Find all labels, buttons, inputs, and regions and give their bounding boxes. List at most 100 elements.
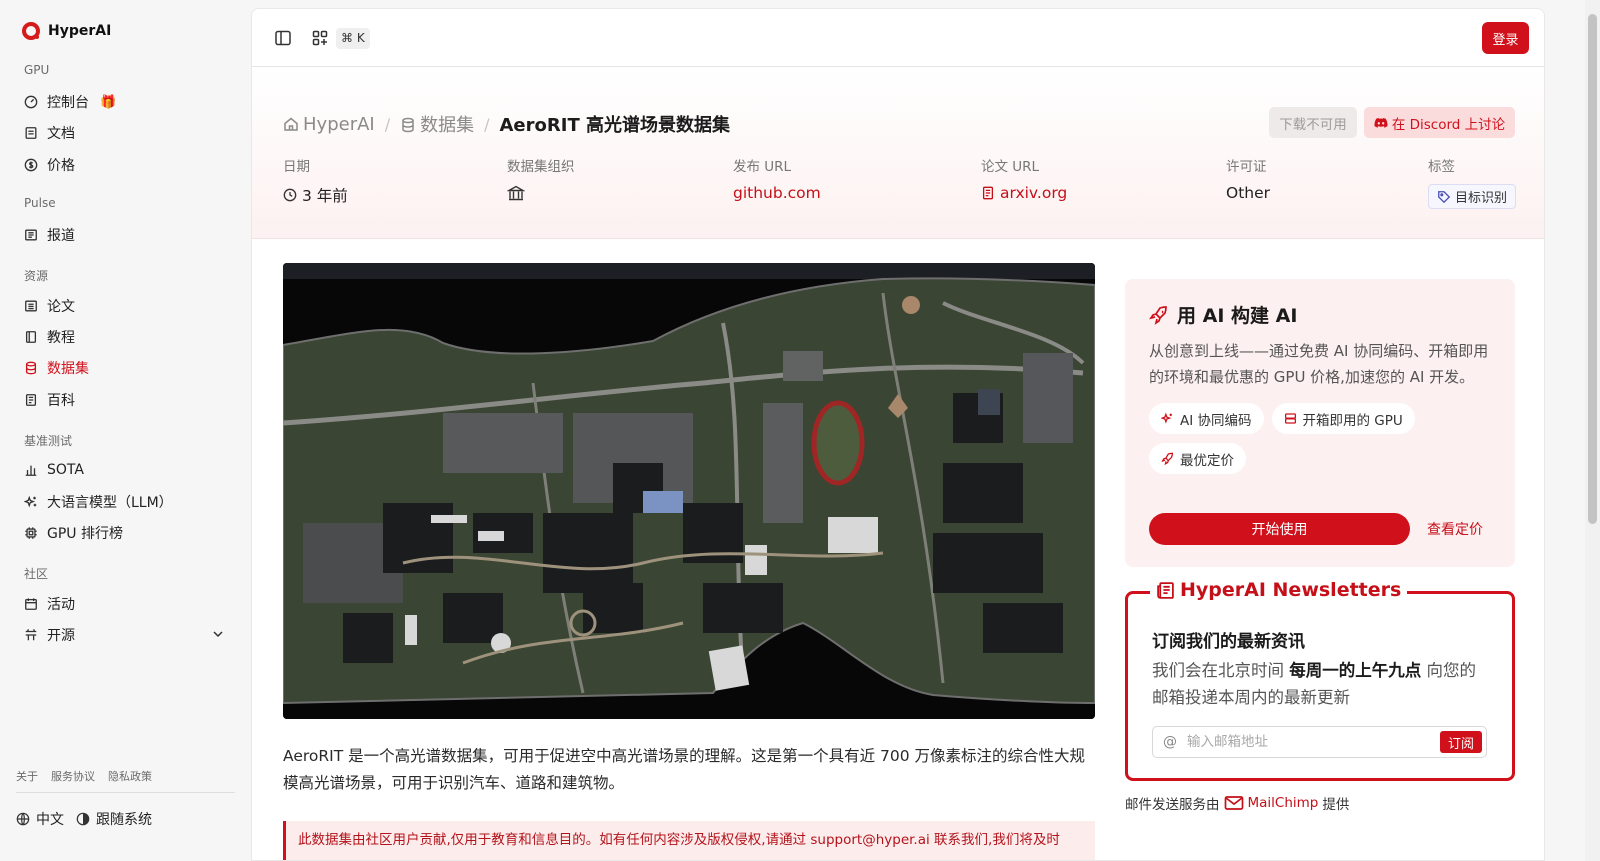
clock-icon — [283, 188, 297, 202]
promo-description: 从创意到上线——通过免费 AI 协同编码、开箱即用的环境和最优惠的 GPU 价格… — [1149, 342, 1489, 386]
tag-chip[interactable]: 目标识别 — [1428, 184, 1517, 209]
sidebar-item-tutorials[interactable]: 教程 — [16, 323, 234, 351]
gift-icon: 🎁 — [100, 94, 117, 110]
sidebar-item-llm[interactable]: 大语言模型（LLM） — [16, 488, 234, 516]
sidebar-item-label: 活动 — [47, 597, 75, 613]
meta-value: Other — [1226, 184, 1271, 202]
language-switch[interactable]: 中文 — [36, 809, 64, 829]
breadcrumb-separator: / — [384, 114, 391, 134]
sidebar-settings: 中文 跟随系统 — [16, 809, 152, 829]
meta-label: 许可证 — [1226, 159, 1267, 175]
about-link[interactable]: 关于 — [16, 768, 38, 784]
meta-organization: 数据集组织 — [507, 155, 575, 202]
sidebar-item-label: 论文 — [47, 299, 75, 315]
feature-chip: 开箱即用的 GPU — [1271, 403, 1415, 434]
sidebar-item-papers[interactable]: 论文 — [16, 292, 234, 320]
sidebar-item-label: 数据集 — [47, 361, 89, 377]
discord-icon — [1374, 117, 1388, 128]
sidebar-item-label: 大语言模型（LLM） — [47, 495, 173, 511]
mailer-suffix: 提供 — [1322, 797, 1350, 813]
open-source-icon — [24, 628, 38, 642]
chip-icon — [24, 526, 38, 540]
sidebar-item-label: 开源 — [47, 628, 75, 644]
terms-link[interactable]: 服务协议 — [51, 768, 95, 784]
main-panel: ⌘ K 登录 HyperAI / 数据集 / AeroRIT 高光谱场景数据集 … — [251, 8, 1545, 861]
discord-button[interactable]: 在 Discord 上讨论 — [1364, 107, 1515, 138]
brand-name: HyperAI — [48, 23, 112, 39]
newsletter-box: HyperAI Newsletters 订阅我们的最新资讯 我们会在北京时间 每… — [1125, 579, 1515, 781]
calendar-icon — [24, 597, 38, 611]
meta-date: 日期 3 年前 — [283, 155, 348, 206]
discord-label: 在 Discord 上讨论 — [1391, 116, 1506, 133]
search-shortcut[interactable]: ⌘ K — [336, 28, 370, 49]
page-scrollbar[interactable] — [1585, 0, 1600, 861]
chevron-down-icon[interactable] — [212, 628, 224, 640]
newsletter-form: @ 订阅 — [1152, 726, 1487, 758]
breadcrumb-separator: / — [484, 114, 490, 134]
meta-label: 标签 — [1428, 159, 1455, 175]
institution-icon — [507, 185, 525, 201]
view-pricing-link[interactable]: 查看定价 — [1427, 519, 1483, 539]
meta-value — [507, 184, 575, 202]
sidebar-item-console[interactable]: 控制台 🎁 — [16, 88, 234, 116]
meta-license: 许可证 Other — [1226, 155, 1270, 202]
release-url-link[interactable]: github.com — [733, 184, 821, 202]
meta-release-url: 发布 URL github.com — [733, 155, 821, 202]
sidebar-item-wiki[interactable]: 百科 — [16, 386, 234, 414]
meta-value: 目标识别 — [1428, 184, 1517, 209]
start-button[interactable]: 开始使用 — [1149, 513, 1410, 545]
sidebar-item-label: SOTA — [47, 462, 84, 478]
apps-grid-icon[interactable] — [311, 29, 329, 47]
sidebar-toggle-icon[interactable] — [274, 29, 292, 47]
nav-section-pulse: Pulse — [24, 196, 56, 210]
sidebar-divider — [16, 792, 235, 793]
promo-title: 用 AI 构建 AI — [1149, 301, 1491, 328]
hyperai-logo-icon — [22, 22, 40, 40]
subscribe-button[interactable]: 订阅 — [1440, 731, 1482, 753]
brand[interactable]: HyperAI — [22, 22, 111, 40]
meta-tags: 标签 目标识别 — [1428, 155, 1517, 209]
paper-icon — [982, 186, 994, 200]
sidebar-item-sota[interactable]: SOTA — [16, 456, 234, 484]
email-input[interactable] — [1187, 734, 1440, 750]
dollar-circle-icon — [24, 158, 38, 172]
sidebar-item-open-source[interactable]: 开源 — [16, 621, 234, 649]
tag-icon — [1438, 190, 1451, 203]
breadcrumb-home[interactable]: HyperAI — [283, 114, 375, 135]
sidebar-item-datasets[interactable]: 数据集 — [16, 354, 234, 382]
scrollbar-thumb[interactable] — [1588, 14, 1597, 524]
encyclopedia-icon — [24, 393, 38, 407]
sidebar-item-events[interactable]: 活动 — [16, 590, 234, 618]
breadcrumb-datasets[interactable]: 数据集 — [400, 111, 474, 137]
mailchimp-link[interactable]: MailChimp — [1248, 795, 1319, 811]
sidebar-item-news[interactable]: 报道 — [16, 221, 234, 249]
newsletter-title: 订阅我们的最新资讯 — [1152, 632, 1305, 652]
sparkles-icon — [24, 495, 38, 509]
rocket-icon — [1161, 452, 1174, 465]
privacy-link[interactable]: 隐私政策 — [108, 768, 152, 784]
sparkles-icon — [1161, 412, 1172, 424]
meta-paper-url: 论文 URL arxiv.org — [981, 155, 1067, 202]
document-icon — [24, 126, 38, 140]
sidebar-item-gpu-ranking[interactable]: GPU 排行榜 — [16, 519, 234, 547]
theme-switch[interactable]: 跟随系统 — [96, 809, 152, 829]
dataset-header: HyperAI / 数据集 / AeroRIT 高光谱场景数据集 下载不可用 在… — [252, 67, 1544, 239]
globe-icon — [16, 812, 30, 826]
mailer-credit: 邮件发送服务由 MailChimp 提供 — [1125, 793, 1349, 813]
page-title: AeroRIT 高光谱场景数据集 — [499, 115, 730, 136]
paper-url-link[interactable]: arxiv.org — [981, 184, 1067, 202]
paper-icon — [24, 299, 38, 313]
sidebar-item-docs[interactable]: 文档 — [16, 119, 234, 147]
database-icon — [24, 361, 38, 375]
download-button[interactable]: 下载不可用 — [1269, 107, 1357, 138]
meta-label: 日期 — [283, 159, 310, 175]
home-icon — [284, 117, 298, 131]
sidebar-item-label: 百科 — [47, 393, 75, 409]
server-icon — [1284, 413, 1296, 424]
sidebar-item-pricing[interactable]: 价格 — [16, 151, 234, 179]
login-button[interactable]: 登录 — [1482, 22, 1529, 54]
sidebar-item-label: 文档 — [47, 126, 75, 142]
newspaper-icon — [1157, 581, 1174, 599]
sidebar-item-label: 价格 — [47, 158, 75, 174]
meta-label: 数据集组织 — [507, 159, 575, 175]
